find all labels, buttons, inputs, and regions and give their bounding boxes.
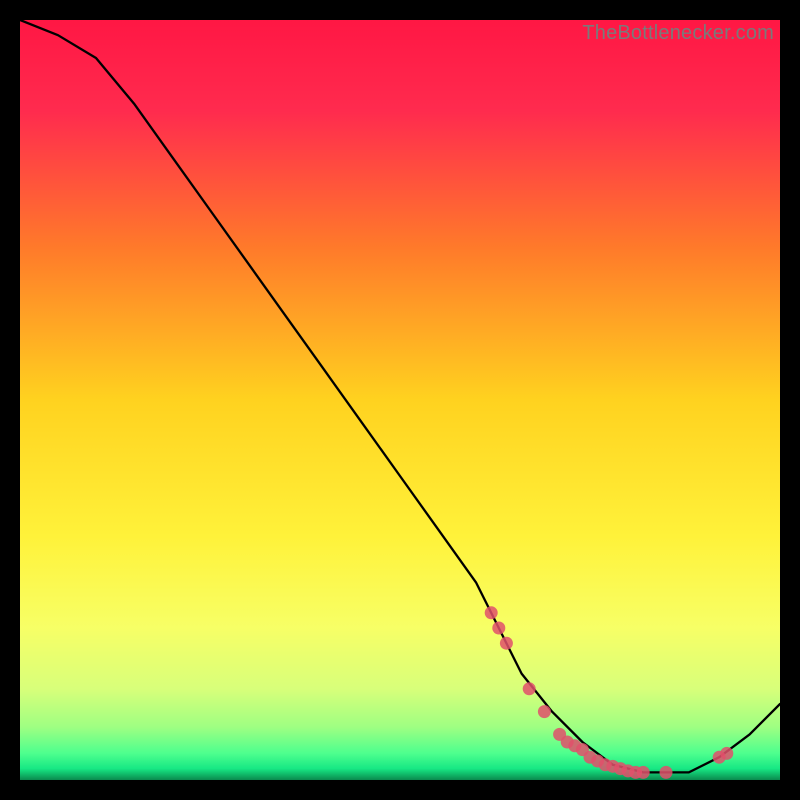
highlight-dot [485, 606, 498, 619]
gradient-background [20, 20, 780, 780]
chart-svg [20, 20, 780, 780]
highlight-dot [637, 766, 650, 779]
highlight-dot [538, 705, 551, 718]
highlight-dot [660, 766, 673, 779]
chart-frame: TheBottlenecker.com [20, 20, 780, 780]
highlight-dot [500, 637, 513, 650]
highlight-dot [492, 622, 505, 635]
highlight-dot [523, 682, 536, 695]
highlight-dot [720, 747, 733, 760]
watermark-label: TheBottlenecker.com [582, 22, 774, 45]
